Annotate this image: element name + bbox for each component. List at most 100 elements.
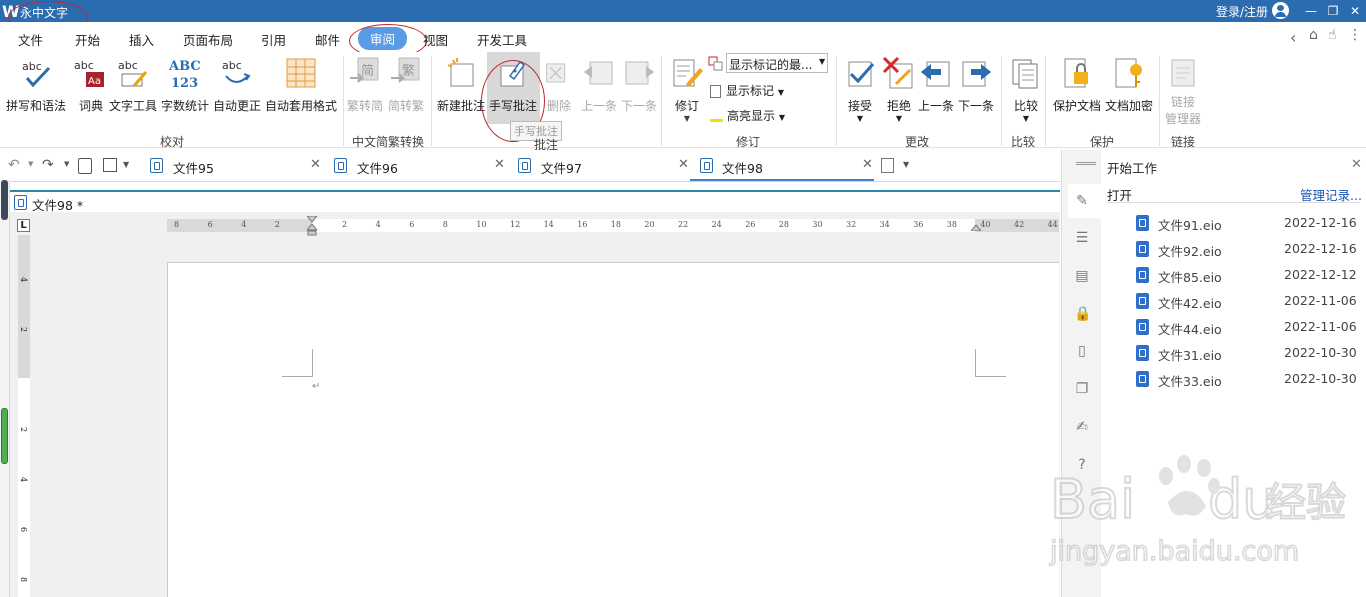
file-name: 文件85.eio [1158, 270, 1222, 285]
chevron-down-icon[interactable]: ▼ [64, 160, 69, 168]
more-icon[interactable]: ⋮ [1348, 27, 1362, 43]
chevron-down-icon[interactable]: ▼ [28, 160, 33, 168]
redo-icon[interactable]: ↷ [42, 157, 54, 173]
tab-stop-selector[interactable]: L [17, 219, 30, 232]
prev-comment-button[interactable]: 上一条 [581, 56, 617, 114]
menu-insert[interactable]: 插入 [129, 30, 154, 49]
recent-file-item[interactable]: 文件92.eio 2022-12-16 [1101, 236, 1366, 262]
spell-check-button[interactable]: abc 拼写和语法 [6, 56, 66, 114]
ruler-tick-label: 6 [409, 220, 415, 229]
close-tab-icon[interactable]: ✕ [310, 157, 321, 172]
lock-icon[interactable]: 🔒 [1074, 306, 1091, 322]
new-comment-icon [447, 58, 474, 87]
reject-button[interactable]: 拒绝 ▼ [882, 56, 916, 123]
delete-comment-button[interactable]: 删除 [545, 56, 573, 114]
collapse-ribbon-icon[interactable]: ⌂ [1309, 27, 1318, 43]
clipboard-icon[interactable]: ▯ [1074, 343, 1090, 359]
customize-toolbar-icon[interactable]: ▼ [123, 160, 129, 169]
menu-page-layout[interactable]: 页面布局 [183, 30, 233, 49]
ruler-tick-label: 40 [980, 220, 991, 229]
next-comment-button[interactable]: 下一条 [621, 56, 657, 114]
svg-text:abc: abc [74, 59, 94, 72]
simp-to-trad-button[interactable]: 繁 简转繁 [388, 56, 424, 114]
minimize-icon[interactable]: — [1303, 3, 1319, 19]
menu-home[interactable]: 开始 [75, 30, 100, 49]
auto-format-button[interactable]: 自动套用格式 [265, 56, 337, 114]
sliders-icon[interactable]: ☰ [1074, 230, 1090, 246]
new-comment-button[interactable]: 新建批注 [437, 56, 485, 114]
close-window-icon[interactable]: ✕ [1347, 3, 1363, 19]
new-document-icon[interactable] [881, 158, 894, 173]
baidu-jingyan-watermark: Bai du 经验 jingyan.baidu.com [1048, 450, 1348, 570]
dropdown-arrow-icon: ▼ [895, 114, 903, 123]
document-tab-bar: ↶ ▼ ↷ ▼ ▼ 文件95 ✕ 文件96 ✕ 文件97 ✕ 文件98 ✕ ▼ [0, 150, 1060, 182]
indent-marker[interactable] [305, 215, 319, 236]
accept-button[interactable]: 接受 ▼ [843, 56, 877, 123]
login-link[interactable]: 登录/注册 [1216, 3, 1268, 20]
dropdown-arrow-icon: ▼ [856, 114, 864, 123]
encrypt-document-button[interactable]: 文档加密 [1105, 56, 1153, 114]
ruler-tick-label: 18 [610, 220, 621, 229]
compare-button[interactable]: 比较 ▼ [1009, 56, 1043, 123]
recent-file-item[interactable]: 文件31.eio 2022-10-30 [1101, 340, 1366, 366]
recent-file-item[interactable]: 文件44.eio 2022-11-06 [1101, 314, 1366, 340]
next-change-button[interactable]: 下一条 [958, 56, 994, 114]
menu-references[interactable]: 引用 [261, 30, 286, 49]
highlight-button[interactable]: 高亮显示 ▼ [710, 107, 785, 124]
recent-file-item[interactable]: 文件91.eio 2022-12-16 [1101, 210, 1366, 236]
menu-file[interactable]: 文件 [18, 30, 43, 49]
track-changes-button[interactable]: 修订 ▼ [670, 56, 704, 123]
styles-icon[interactable]: ▤ [1074, 268, 1090, 284]
word-count-button[interactable]: ABC 123 字数统计 [161, 56, 209, 114]
text-tool-button[interactable]: abc 文字工具 [109, 56, 157, 114]
trad-to-simp-button[interactable]: 简 繁转简 [347, 56, 383, 114]
menu-developer[interactable]: 开发工具 [477, 30, 527, 49]
document-page[interactable]: ↵ [167, 262, 1059, 597]
autocorrect-button[interactable]: abc 自动更正 [213, 56, 261, 114]
vertical-ruler[interactable]: 4 2 2 4 6 8 [18, 235, 30, 597]
prev-change-button[interactable]: 上一条 [918, 56, 954, 114]
close-tab-icon[interactable]: ✕ [678, 157, 689, 172]
document-icon [14, 195, 27, 210]
tab-file96[interactable]: 文件96 ✕ [329, 150, 509, 181]
drag-handle-icon[interactable] [1076, 162, 1096, 165]
tab-file98[interactable]: 文件98 ✕ [690, 150, 874, 181]
menu-mail[interactable]: 邮件 [315, 30, 340, 49]
save-icon[interactable] [103, 158, 117, 172]
dictionary-button[interactable]: abc Aa 词典 [74, 56, 108, 114]
scroll-handle[interactable] [1, 180, 8, 220]
recent-file-item[interactable]: 文件42.eio 2022-11-06 [1101, 288, 1366, 314]
pencil-icon[interactable]: ✎ [1074, 193, 1090, 209]
tab-file95[interactable]: 文件95 ✕ [145, 150, 325, 181]
print-preview-icon[interactable] [78, 158, 92, 174]
ruler-tick-label: 14 [543, 220, 554, 229]
copy-icon[interactable]: ❐ [1074, 381, 1090, 397]
restore-icon[interactable]: ❐ [1325, 3, 1341, 19]
ruler-margin-top [18, 235, 30, 378]
ruler-tick-label: 26 [745, 220, 756, 229]
hand-icon[interactable]: ☝ [1328, 27, 1337, 43]
horizontal-ruler[interactable]: 8 6 4 2 2 4 6 8 10 12 14 16 18 20 22 24 26 28 30 32 34 36 38 40… [167, 215, 1059, 236]
close-panel-icon[interactable]: ✕ [1351, 157, 1362, 172]
group-separator [661, 56, 662, 146]
file-date: 2022-11-06 [1284, 293, 1357, 308]
scroll-handle[interactable] [1, 408, 8, 464]
close-tab-icon[interactable]: ✕ [862, 157, 873, 172]
undo-icon[interactable]: ↶ [8, 157, 20, 173]
recent-file-item[interactable]: 文件85.eio 2022-12-12 [1101, 262, 1366, 288]
show-markup-button[interactable]: 显示标记 ▼ [710, 82, 784, 99]
chevron-left-icon[interactable]: ‹ [1290, 28, 1296, 47]
edit-icon[interactable]: ✍ [1074, 419, 1090, 435]
tab-file97[interactable]: 文件97 ✕ [513, 150, 693, 181]
close-tab-icon[interactable]: ✕ [494, 157, 505, 172]
recent-file-item[interactable]: 文件33.eio 2022-10-30 [1101, 366, 1366, 392]
menu-view[interactable]: 视图 [423, 30, 448, 49]
markup-mode-select[interactable]: 显示标记的最... ▼ [726, 53, 828, 73]
next-comment-icon [625, 61, 654, 85]
protect-document-button[interactable]: 保护文档 [1053, 56, 1101, 114]
dictionary-icon: abc Aa [74, 59, 104, 87]
ruler-tick-label: 4 [19, 476, 29, 483]
chevron-down-icon[interactable]: ▼ [903, 160, 909, 169]
link-manager-button[interactable]: 链接 管理器 [1165, 56, 1201, 127]
user-avatar-icon[interactable] [1272, 2, 1289, 19]
